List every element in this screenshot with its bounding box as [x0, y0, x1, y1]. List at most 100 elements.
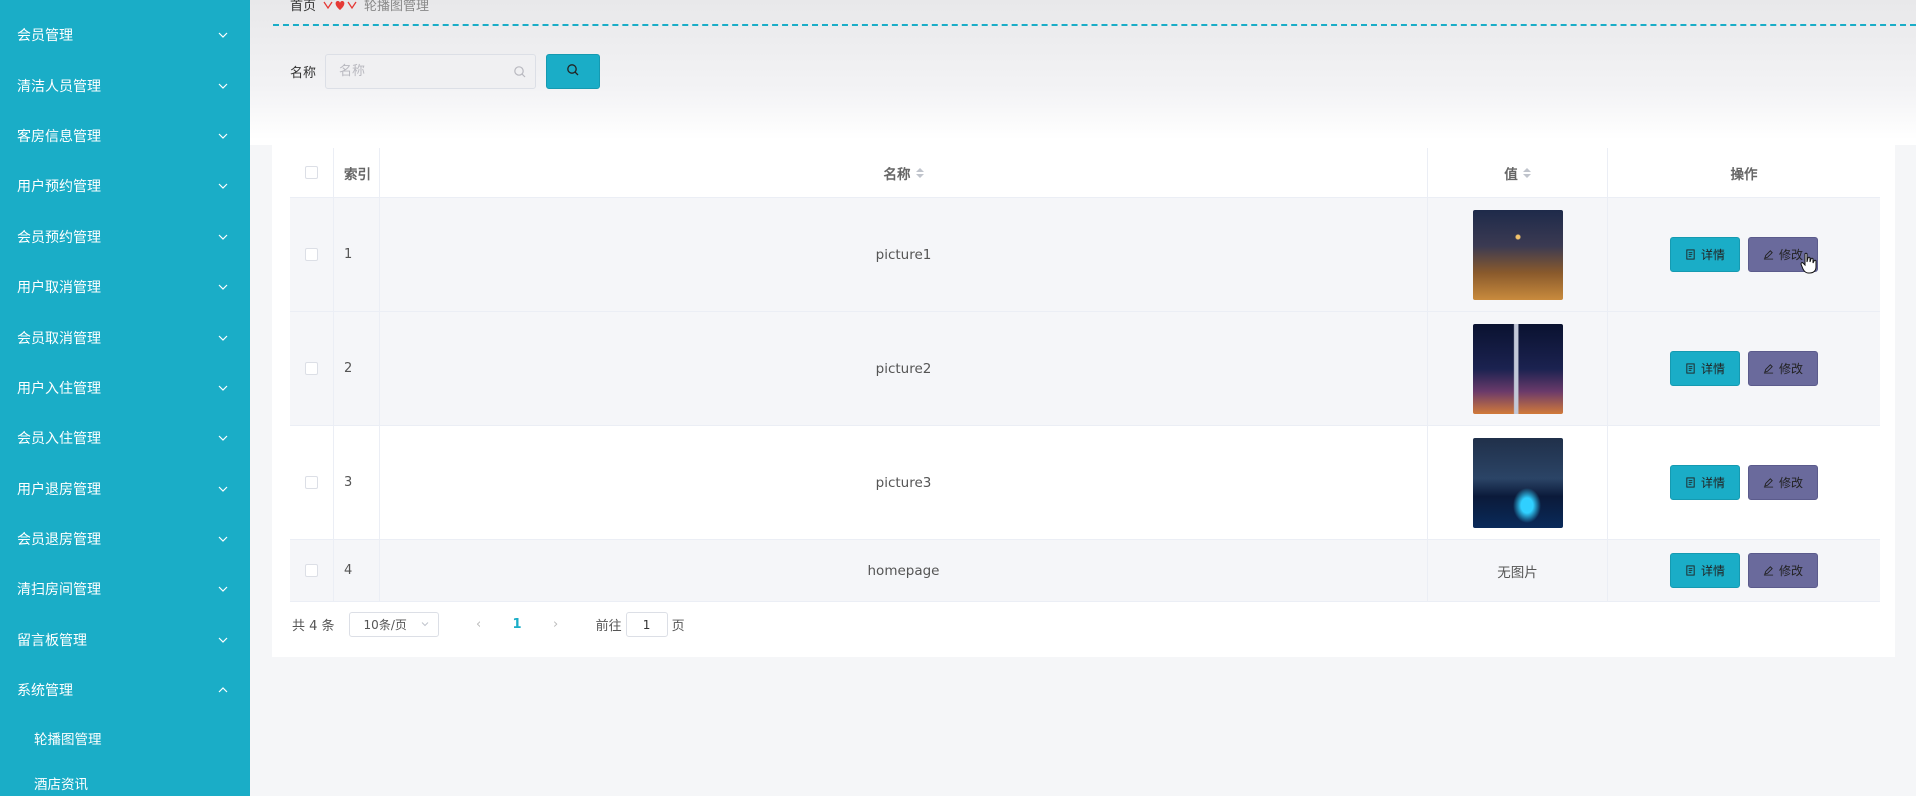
page-number-current[interactable]: 1: [513, 617, 522, 632]
header-name[interactable]: 名称: [380, 148, 1428, 197]
sidebar-item-member-checkout[interactable]: 会员退房管理: [0, 514, 250, 564]
dashed-divider: [273, 24, 1916, 26]
next-page-icon[interactable]: ›: [546, 617, 566, 632]
sidebar-item-label: 用户退房管理: [17, 481, 101, 498]
chevron-down-icon: [216, 331, 230, 345]
row-index: 2: [334, 312, 380, 425]
sidebar-item-user-checkout[interactable]: 用户退房管理: [0, 464, 250, 514]
sidebar-item-room-info[interactable]: 客房信息管理: [0, 111, 250, 161]
sidebar-item-user-booking[interactable]: 用户预约管理: [0, 161, 250, 211]
detail-button-label: 详情: [1700, 564, 1725, 578]
sidebar-item-label: 系统管理: [17, 683, 73, 700]
sidebar-item-member-booking[interactable]: 会员预约管理: [0, 212, 250, 262]
sidebar-item-label: 会员预约管理: [17, 229, 101, 246]
sidebar-subitem-hotel-news[interactable]: 酒店资讯: [0, 760, 250, 796]
chevron-down-icon: [216, 179, 230, 193]
row-checkbox[interactable]: [305, 248, 318, 261]
sidebar-item-label: 会员退房管理: [17, 532, 101, 549]
row-value-text: 无图片: [1428, 540, 1608, 601]
row-checkbox[interactable]: [305, 362, 318, 375]
sidebar-item-label: 会员取消管理: [17, 330, 101, 347]
hand-cursor-icon: [1800, 252, 1818, 274]
detail-button[interactable]: 详情: [1669, 237, 1740, 272]
sidebar-item-label: 留言板管理: [17, 632, 87, 649]
edit-button-label: 修改: [1779, 564, 1804, 578]
detail-button-label: 详情: [1700, 476, 1725, 490]
sidebar-item-message-board[interactable]: 留言板管理: [0, 615, 250, 665]
data-table: 索引 名称 值 操作 1 picture1 详情 修改 2 picture2 详…: [290, 148, 1880, 602]
thumbnail-image[interactable]: [1472, 437, 1563, 528]
row-checkbox-cell: [290, 426, 334, 539]
detail-button[interactable]: 详情: [1669, 465, 1740, 500]
pagination: 共 4 条 10条/页 ‹ 1 › 前往 1 页: [292, 612, 685, 637]
sidebar-item-label: 用户取消管理: [17, 280, 101, 297]
sort-icon: [1522, 167, 1531, 178]
thumbnail-image[interactable]: [1472, 323, 1563, 414]
row-index: 4: [334, 540, 380, 601]
header-actions: 操作: [1730, 166, 1758, 183]
detail-button-label: 详情: [1700, 248, 1725, 262]
goto-page-value: 1: [642, 617, 651, 632]
sidebar-item-cleaner[interactable]: 清洁人员管理: [0, 60, 250, 110]
edit-button[interactable]: 修改: [1748, 351, 1819, 386]
edit-icon: [1763, 478, 1774, 488]
search-icon: [513, 65, 527, 79]
sidebar-item-user-cancel[interactable]: 用户取消管理: [0, 262, 250, 312]
chevron-down-icon: [216, 482, 230, 496]
row-checkbox[interactable]: [305, 564, 318, 577]
header-name-label: 名称: [883, 166, 911, 183]
thumbnail-image[interactable]: [1472, 209, 1563, 300]
page-size-select[interactable]: 10条/页: [348, 612, 439, 637]
sidebar-item-user-checkin[interactable]: 用户入住管理: [0, 363, 250, 413]
goto-page-input[interactable]: 1: [625, 612, 668, 637]
main-content: 首页 轮播图管理 名称 名称 索引 名称 值 操作 1 picture1 详情 …: [250, 0, 1916, 796]
row-checkbox[interactable]: [305, 476, 318, 489]
document-icon: [1686, 363, 1695, 374]
sidebar-item-label: 会员入住管理: [17, 431, 101, 448]
sidebar-item-label: 客房信息管理: [17, 128, 101, 145]
top-area: 首页 轮播图管理 名称: [250, 0, 1916, 145]
row-name: picture1: [380, 198, 1428, 311]
header-value[interactable]: 值: [1428, 148, 1608, 197]
edit-button-label: 修改: [1779, 476, 1804, 490]
row-index: 1: [334, 198, 380, 311]
chevron-down-icon: [216, 230, 230, 244]
row-checkbox-cell: [290, 198, 334, 311]
header-value-label: 值: [1504, 166, 1518, 183]
search-icon: [566, 63, 580, 81]
row-actions: 详情 修改: [1608, 198, 1880, 311]
edit-button[interactable]: 修改: [1748, 465, 1819, 500]
detail-button[interactable]: 详情: [1669, 553, 1740, 588]
sidebar-item-system[interactable]: 系统管理: [0, 665, 250, 715]
sidebar-subitem-label: 酒店资讯: [34, 776, 88, 793]
chevron-down-icon: [216, 280, 230, 294]
sidebar-item-cleaning[interactable]: 清扫房间管理: [0, 564, 250, 614]
breadcrumb-home[interactable]: 首页: [290, 0, 316, 14]
row-value: [1428, 426, 1608, 539]
chevron-down-icon: [216, 431, 230, 445]
sidebar-item-member-checkin[interactable]: 会员入住管理: [0, 413, 250, 463]
sidebar-item-label: 会员管理: [17, 28, 73, 45]
row-name: picture2: [380, 312, 1428, 425]
edit-button[interactable]: 修改: [1748, 553, 1819, 588]
sidebar-subitem-label: 轮播图管理: [34, 731, 102, 748]
search-input[interactable]: [326, 55, 536, 88]
row-checkbox-cell: [290, 312, 334, 425]
header-index: 索引: [334, 148, 380, 197]
sidebar-item-member-cancel[interactable]: 会员取消管理: [0, 312, 250, 362]
search-field: [325, 54, 537, 89]
document-icon: [1686, 249, 1695, 260]
sidebar-item-member[interactable]: 会员管理: [0, 10, 250, 60]
chevron-down-icon: [216, 79, 230, 93]
page-suffix: 页: [671, 619, 685, 634]
chevron-down-icon: [420, 618, 430, 632]
detail-button[interactable]: 详情: [1669, 351, 1740, 386]
edit-button-label: 修改: [1779, 362, 1804, 376]
search-button[interactable]: [546, 54, 601, 89]
row-actions: 详情 修改: [1608, 426, 1880, 539]
prev-page-icon[interactable]: ‹: [469, 617, 489, 632]
select-all-checkbox[interactable]: [305, 166, 318, 179]
sort-icon: [915, 167, 924, 178]
heart-separator-icon: [322, 0, 358, 11]
sidebar-subitem-carousel[interactable]: 轮播图管理: [0, 715, 250, 760]
